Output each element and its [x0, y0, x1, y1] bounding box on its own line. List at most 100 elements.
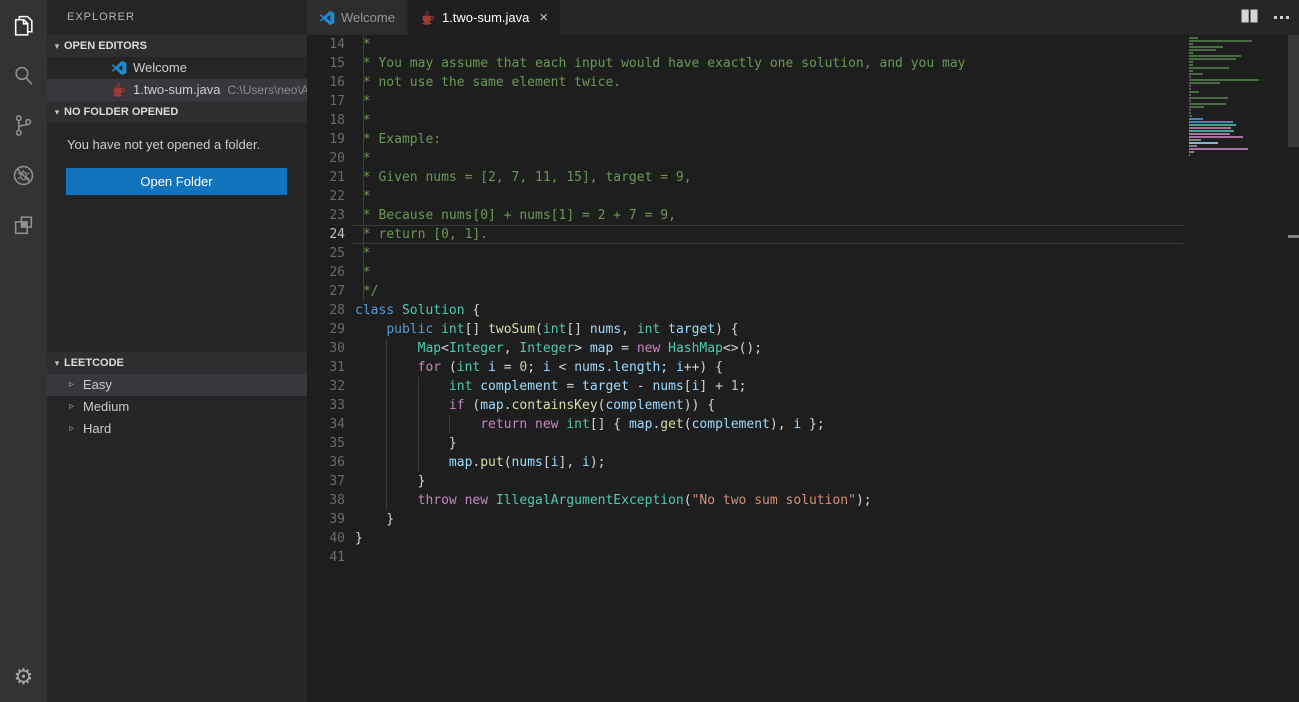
no-folder-message: You have not yet opened a folder. — [47, 123, 307, 152]
code-line-15[interactable]: 15 * You may assume that each input woul… — [307, 54, 1299, 73]
minimap-line — [1189, 106, 1204, 108]
code-line-37[interactable]: 37 } — [307, 472, 1299, 491]
code-line-32[interactable]: 32 int complement = target - nums[i] + 1… — [307, 377, 1299, 396]
minimap-line — [1189, 91, 1199, 93]
code-line-35[interactable]: 35 } — [307, 434, 1299, 453]
code-line-30[interactable]: 30 Map<Integer, Integer> map = new HashM… — [307, 339, 1299, 358]
minimap-line — [1189, 73, 1203, 75]
vertical-scrollbar[interactable] — [1288, 35, 1299, 702]
line-number: 38 — [307, 491, 345, 510]
code-line-20[interactable]: 20 * — [307, 149, 1299, 168]
tab-1.two-sum.java[interactable]: 1.two-sum.java× — [408, 0, 561, 35]
code-line-19[interactable]: 19 * Example: — [307, 130, 1299, 149]
minimap-line — [1189, 148, 1248, 150]
minimap[interactable] — [1183, 37, 1287, 160]
code-line-33[interactable]: 33 if (map.containsKey(complement)) { — [307, 396, 1299, 415]
line-number: 33 — [307, 396, 345, 415]
minimap-line — [1189, 100, 1191, 102]
code-line-18[interactable]: 18 * — [307, 111, 1299, 130]
code-line-26[interactable]: 26 * — [307, 263, 1299, 282]
line-number: 20 — [307, 149, 345, 168]
minimap-line — [1189, 82, 1220, 84]
code-line-14[interactable]: 14 * — [307, 35, 1299, 54]
minimap-line — [1189, 85, 1191, 87]
code-line-29[interactable]: 29 public int[] twoSum(int[] nums, int t… — [307, 320, 1299, 339]
code-line-36[interactable]: 36 map.put(nums[i], i); — [307, 453, 1299, 472]
chevron-down-icon: ▾ — [50, 35, 64, 57]
indent-guide — [363, 225, 364, 244]
code-line-34[interactable]: 34 return new int[] { map.get(complement… — [307, 415, 1299, 434]
code-line-24[interactable]: 24 * return [0, 1]. — [307, 225, 1299, 244]
code-line-25[interactable]: 25 * — [307, 244, 1299, 263]
code-line-27[interactable]: 27 */ — [307, 282, 1299, 301]
tab-welcome[interactable]: Welcome — [307, 0, 408, 35]
editor-group: Welcome1.two-sum.java× 14 *15 * You may … — [307, 0, 1299, 702]
section-label: LEETCODE — [64, 352, 124, 374]
line-content: Map<Integer, Integer> map = new HashMap<… — [355, 339, 762, 358]
section-header-leetcode[interactable]: ▾ LEETCODE — [47, 352, 307, 374]
code-line-28[interactable]: 28class Solution { — [307, 301, 1299, 320]
minimap-line — [1189, 103, 1226, 105]
line-number: 16 — [307, 73, 345, 92]
source-control-icon[interactable] — [0, 100, 47, 150]
code-line-41[interactable]: 41 — [307, 548, 1299, 567]
files-icon[interactable] — [0, 0, 47, 50]
line-content: } — [355, 472, 425, 491]
minimap-line — [1189, 70, 1193, 72]
chevron-down-icon: ▾ — [50, 352, 64, 374]
line-number: 34 — [307, 415, 345, 434]
explorer-sidebar: EXPLORER ▾ OPEN EDITORS Welcome1.two-sum… — [47, 0, 307, 702]
more-actions-icon[interactable] — [1274, 16, 1289, 19]
minimap-line — [1189, 121, 1233, 123]
search-icon[interactable] — [0, 50, 47, 100]
code-editor[interactable]: 14 *15 * You may assume that each input … — [307, 35, 1299, 702]
line-number: 41 — [307, 548, 345, 567]
section-label: OPEN EDITORS — [64, 35, 147, 57]
item-label: Hard — [83, 418, 111, 440]
line-content: * Given nums = [2, 7, 11, 15], target = … — [355, 168, 692, 187]
code-line-40[interactable]: 40} — [307, 529, 1299, 548]
item-path: C:\Users\neo\AppDa.. — [227, 79, 307, 101]
open-editor-item-1.two-sum.java[interactable]: 1.two-sum.javaC:\Users\neo\AppDa.. — [47, 79, 307, 101]
leetcode-item-hard[interactable]: ▹Hard — [47, 418, 307, 440]
section-header-no-folder[interactable]: ▾ NO FOLDER OPENED — [47, 101, 307, 123]
open-editor-item-welcome[interactable]: Welcome — [47, 57, 307, 79]
minimap-line — [1189, 64, 1193, 66]
line-content: * not use the same element twice. — [355, 73, 621, 92]
leetcode-item-medium[interactable]: ▹Medium — [47, 396, 307, 418]
code-line-31[interactable]: 31 for (int i = 0; i < nums.length; i++)… — [307, 358, 1299, 377]
open-folder-button[interactable]: Open Folder — [66, 168, 287, 195]
code-line-39[interactable]: 39 } — [307, 510, 1299, 529]
code-line-22[interactable]: 22 * — [307, 187, 1299, 206]
split-editor-icon[interactable] — [1241, 9, 1258, 26]
line-number: 40 — [307, 529, 345, 548]
settings-gear-icon[interactable]: ⚙ — [0, 660, 47, 694]
debug-icon[interactable] — [0, 150, 47, 200]
overview-ruler-cursor-marker — [1288, 235, 1299, 238]
close-tab-icon[interactable]: × — [539, 10, 548, 25]
line-content: */ — [355, 282, 378, 301]
scrollbar-thumb[interactable] — [1288, 35, 1299, 147]
minimap-line — [1189, 43, 1193, 45]
line-content: * — [355, 187, 371, 206]
code-line-23[interactable]: 23 * Because nums[0] + nums[1] = 2 + 7 =… — [307, 206, 1299, 225]
minimap-line — [1189, 79, 1259, 81]
line-content: public int[] twoSum(int[] nums, int targ… — [355, 320, 739, 339]
line-number: 30 — [307, 339, 345, 358]
minimap-line — [1189, 154, 1190, 156]
leetcode-item-easy[interactable]: ▹Easy — [47, 374, 307, 396]
minimap-line — [1189, 130, 1234, 132]
section-header-open-editors[interactable]: ▾ OPEN EDITORS — [47, 35, 307, 57]
chevron-down-icon: ▾ — [50, 101, 64, 123]
extensions-icon[interactable] — [0, 200, 47, 250]
line-number: 28 — [307, 301, 345, 320]
line-content: * — [355, 149, 371, 168]
line-content: } — [355, 510, 394, 529]
minimap-line — [1189, 67, 1229, 69]
sidebar-title: EXPLORER — [47, 0, 307, 35]
code-line-21[interactable]: 21 * Given nums = [2, 7, 11, 15], target… — [307, 168, 1299, 187]
code-line-17[interactable]: 17 * — [307, 92, 1299, 111]
code-line-38[interactable]: 38 throw new IllegalArgumentException("N… — [307, 491, 1299, 510]
minimap-line — [1189, 40, 1252, 42]
code-line-16[interactable]: 16 * not use the same element twice. — [307, 73, 1299, 92]
